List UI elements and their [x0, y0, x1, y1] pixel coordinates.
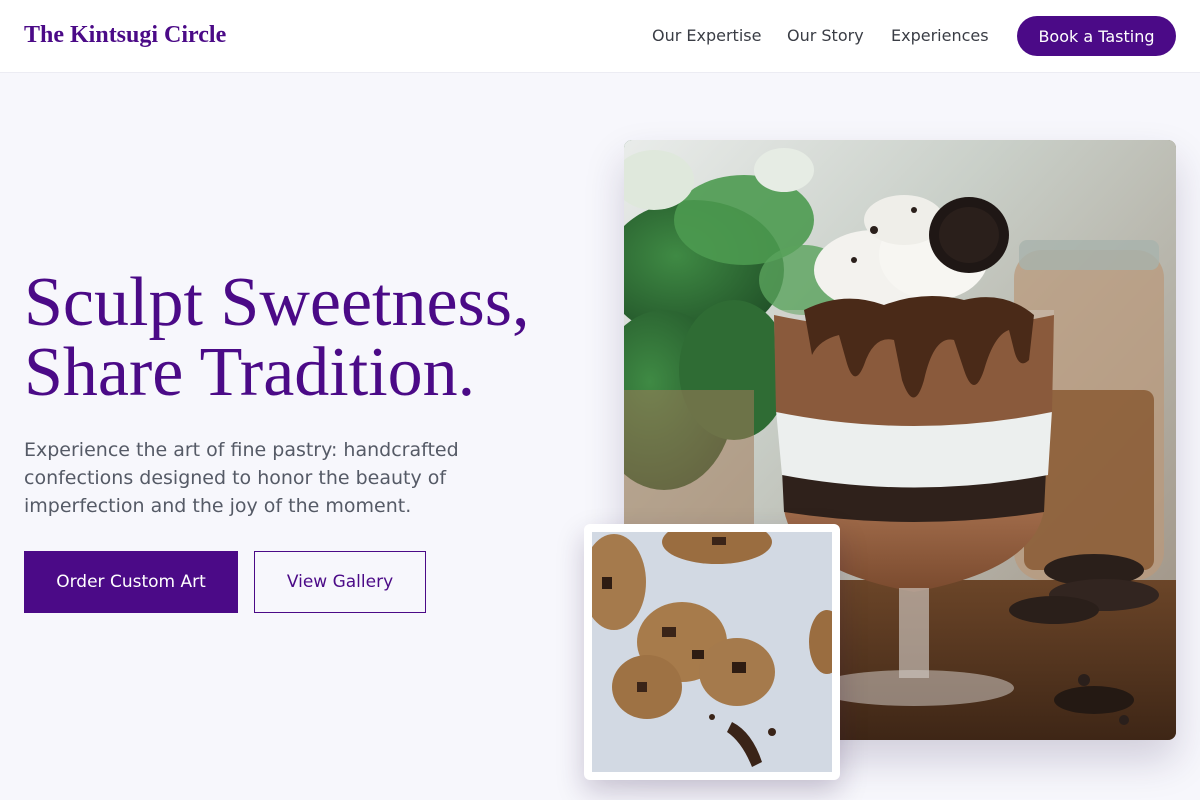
hero-headline-line-2: Share Tradition.: [24, 334, 476, 411]
hero-headline-line-1: Sculpt Sweetness,: [24, 264, 530, 341]
cookies-illustration: [592, 532, 832, 772]
nav-link-our-story[interactable]: Our Story: [787, 26, 864, 45]
top-navbar: The Kintsugi Circle Our Expertise Our St…: [0, 0, 1200, 73]
nav-link-experiences[interactable]: Experiences: [891, 26, 989, 45]
cookies-image-frame: [584, 524, 840, 780]
nav-link-our-expertise[interactable]: Our Expertise: [652, 26, 761, 45]
hero-headline: Sculpt Sweetness, Share Tradition.: [24, 268, 604, 408]
order-custom-art-button[interactable]: Order Custom Art: [24, 551, 238, 613]
cookies-image: [592, 532, 832, 772]
brand-logo[interactable]: The Kintsugi Circle: [24, 22, 226, 49]
book-tasting-button[interactable]: Book a Tasting: [1017, 16, 1176, 56]
hero-description: Experience the art of fine pastry: handc…: [24, 439, 459, 517]
view-gallery-button[interactable]: View Gallery: [254, 551, 426, 613]
